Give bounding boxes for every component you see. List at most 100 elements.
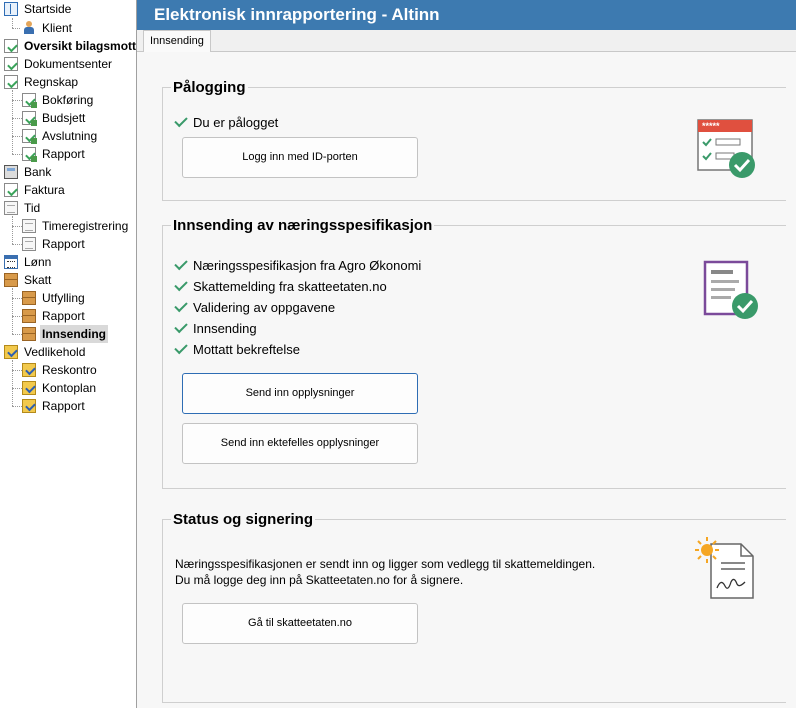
notebook-check-illustration-icon xyxy=(703,260,758,319)
page-icon xyxy=(22,219,36,233)
package-icon xyxy=(22,309,36,323)
tab-innsending[interactable]: Innsending xyxy=(143,30,211,52)
document-check-icon xyxy=(4,39,18,53)
document-check-icon xyxy=(22,111,37,126)
goto-skatteetaten-button[interactable]: Gå til skatteetaten.no xyxy=(182,603,418,644)
check-icon xyxy=(174,113,188,128)
step-text: Skattemelding fra skatteetaten.no xyxy=(193,279,387,294)
step-item: Mottatt bekreftelse xyxy=(174,340,300,359)
tree-line xyxy=(12,226,22,227)
tree-label: Kontoplan xyxy=(42,381,97,395)
tree-label: Oversikt bilagsmottak xyxy=(24,39,137,53)
tree-label: Bank xyxy=(24,165,52,179)
navigation-tree: Startside Klient Oversikt bilagsmottak D… xyxy=(0,0,137,708)
tree-line xyxy=(12,136,22,137)
status-message-line2: Du må logge deg inn på Skatteetaten.no f… xyxy=(175,573,464,587)
step-item: Validering av oppgavene xyxy=(174,298,336,317)
tree-label: Klient xyxy=(42,21,73,35)
tree-line xyxy=(12,118,22,119)
tree-line xyxy=(12,388,22,389)
checklist-icon xyxy=(22,363,36,377)
step-text: Innsending xyxy=(193,321,257,336)
step-item: Skattemelding fra skatteetaten.no xyxy=(174,277,387,296)
signed-document-illustration-icon xyxy=(695,537,754,599)
tree-line xyxy=(12,244,22,245)
tree-label: Innsending xyxy=(40,325,108,343)
content-area: Pålogging Du er pålogget Logg inn med ID… xyxy=(137,52,796,708)
checklist-icon xyxy=(22,399,36,413)
tree-label: Bokføring xyxy=(42,93,94,107)
tree-label: Skatt xyxy=(24,273,52,287)
ledger-icon xyxy=(4,75,18,89)
book-icon xyxy=(4,2,18,16)
tree-label: Utfylling xyxy=(42,291,85,305)
logon-section: Pålogging Du er pålogget Logg inn med ID… xyxy=(162,79,786,201)
user-icon xyxy=(22,21,36,35)
send-info-button[interactable]: Send inn opplysninger xyxy=(182,373,418,414)
calculator-icon xyxy=(4,165,18,179)
login-form-illustration-icon: ***** xyxy=(697,119,755,178)
page-title: Elektronisk innrapportering - Altinn xyxy=(137,0,796,30)
tree-line xyxy=(12,100,22,101)
invoice-icon xyxy=(4,183,18,197)
tree-label: Dokumentsenter xyxy=(24,57,113,71)
tree-line xyxy=(12,154,22,155)
tree-line xyxy=(12,316,22,317)
tree-label: Rapport xyxy=(42,237,85,251)
tab-strip: Innsending xyxy=(137,30,796,52)
logon-status: Du er pålogget xyxy=(174,113,279,132)
send-spouse-info-button[interactable]: Send inn ektefelles opplysninger xyxy=(182,423,418,464)
tree-line xyxy=(12,334,22,335)
check-icon xyxy=(174,340,188,355)
check-icon xyxy=(174,298,188,313)
package-icon xyxy=(22,291,36,305)
step-text: Validering av oppgavene xyxy=(193,300,336,315)
tree-line xyxy=(12,28,20,29)
tree-line xyxy=(12,406,22,407)
tree-line xyxy=(12,18,13,28)
document-icon xyxy=(4,57,18,71)
document-check-icon xyxy=(22,93,37,108)
check-icon xyxy=(174,277,188,292)
section-title: Status og signering xyxy=(171,511,316,529)
step-text: Mottatt bekreftelse xyxy=(193,342,300,357)
tree-line xyxy=(12,288,13,334)
tree-line xyxy=(12,370,22,371)
login-idporten-button[interactable]: Logg inn med ID-porten xyxy=(182,137,418,178)
tree-label: Startside xyxy=(24,2,72,16)
section-title: Innsending av næringsspesifikasjon xyxy=(171,217,435,235)
tree-label: Lønn xyxy=(24,255,52,269)
tree-label: Budsjett xyxy=(42,111,86,125)
tree-label: Regnskap xyxy=(24,75,79,89)
status-section: Status og signering Næringsspesifikasjon… xyxy=(162,511,786,703)
tree-line xyxy=(12,216,13,244)
step-text: Næringsspesifikasjon fra Agro Økonomi xyxy=(193,258,422,273)
tree-label: Rapport xyxy=(42,399,85,413)
section-title: Pålogging xyxy=(171,79,248,97)
logon-status-text: Du er pålogget xyxy=(193,115,279,130)
check-icon xyxy=(174,319,188,334)
page-icon xyxy=(4,201,18,215)
package-icon xyxy=(4,273,18,287)
document-check-icon xyxy=(22,129,37,144)
check-icon xyxy=(174,256,188,271)
submission-section: Innsending av næringsspesifikasjon Nærin… xyxy=(162,217,786,489)
password-mask: ***** xyxy=(702,121,720,131)
step-item: Innsending xyxy=(174,319,257,338)
tree-label: Vedlikehold xyxy=(24,345,86,359)
tree-line xyxy=(12,360,13,406)
tree-line xyxy=(12,298,22,299)
tree-label: Rapport xyxy=(42,147,85,161)
checklist-icon xyxy=(22,381,36,395)
tree-label: Tid xyxy=(24,201,41,215)
checklist-icon xyxy=(4,345,18,359)
tree-label: Rapport xyxy=(42,309,85,323)
status-message-line1: Næringsspesifikasjonen er sendt inn og l… xyxy=(175,557,596,571)
tree-label: Timeregistrering xyxy=(42,219,129,233)
tree-label: Avslutning xyxy=(42,129,98,143)
tree-label: Faktura xyxy=(24,183,65,197)
page-icon xyxy=(22,237,36,251)
document-check-icon xyxy=(22,147,37,162)
calendar-icon xyxy=(4,255,18,269)
tree-label: Reskontro xyxy=(42,363,97,377)
